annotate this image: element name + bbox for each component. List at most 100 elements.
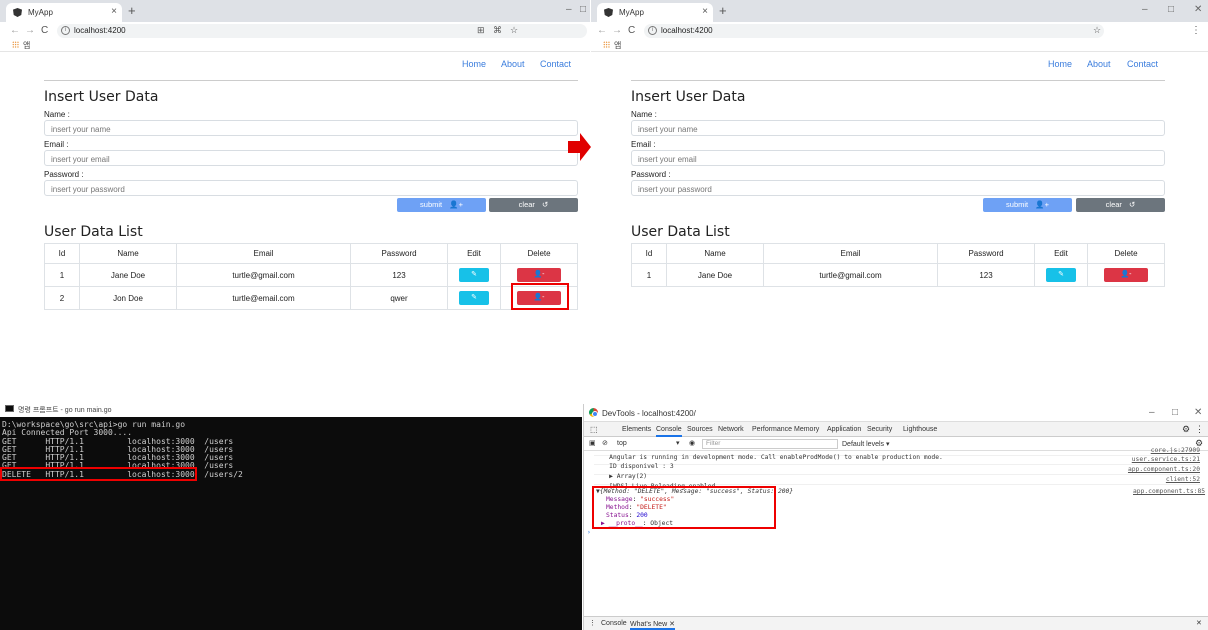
email-input[interactable]: insert your email <box>631 150 1165 166</box>
maximize-icon[interactable]: □ <box>1168 4 1174 15</box>
delete-button[interactable]: 👤- <box>1104 268 1148 282</box>
maximize-icon[interactable]: □ <box>1172 407 1178 418</box>
console-source-link[interactable]: client:52 <box>1166 476 1200 483</box>
console-source-link[interactable]: app.component.ts:85 <box>1133 488 1205 495</box>
close-icon[interactable]: ✕ <box>1194 407 1202 418</box>
settings-gear-icon[interactable]: ⚙ <box>1182 424 1190 435</box>
tab-elements[interactable]: Elements <box>622 426 651 433</box>
cell-name: Jane Doe <box>666 263 764 287</box>
back-icon[interactable]: ← <box>597 25 607 36</box>
minimize-icon[interactable]: – <box>1149 407 1155 418</box>
undo-icon: ↺ <box>1129 200 1136 209</box>
bookmark-star-icon[interactable]: ☆ <box>1093 25 1101 36</box>
col-email: Email <box>763 243 938 264</box>
tab-security[interactable]: Security <box>867 426 892 433</box>
info-icon[interactable]: i <box>61 26 70 35</box>
password-input[interactable]: insert your password <box>631 180 1165 196</box>
clear-console-icon[interactable]: ⊘ <box>602 439 608 447</box>
context-dropdown-icon[interactable]: ▾ <box>676 439 680 447</box>
edit-button[interactable]: ✎ <box>459 291 489 305</box>
list-title: User Data List <box>44 224 143 240</box>
nav-contact-link[interactable]: Contact <box>1127 59 1158 69</box>
cell-name: Jon Doe <box>79 286 177 310</box>
context-select[interactable]: top <box>617 440 627 447</box>
new-tab-button[interactable]: + <box>719 3 727 18</box>
browser-tab[interactable]: MyApp × <box>597 3 713 22</box>
sidebar-toggle-icon[interactable]: ▣ <box>589 439 596 447</box>
cell-email: turtle@gmail.com <box>763 263 938 287</box>
remove-user-icon: 👤- <box>1120 271 1132 278</box>
edit-button[interactable]: ✎ <box>459 268 489 282</box>
cell-password: 123 <box>350 263 448 287</box>
bookmarks-bar: 앱 <box>0 39 590 52</box>
tab-sources[interactable]: Sources <box>687 426 713 433</box>
tab-lighthouse[interactable]: Lighthouse <box>903 426 937 433</box>
drawer-close-icon[interactable]: ✕ <box>1196 619 1202 627</box>
drawer-tab-whats-new[interactable]: What's New ✕ <box>630 620 675 630</box>
tab-network[interactable]: Network <box>718 426 744 433</box>
bookmark-apps-label[interactable]: 앱 <box>23 40 30 51</box>
minimize-icon[interactable]: – <box>566 4 572 15</box>
clear-button[interactable]: clear ↺ <box>489 198 578 212</box>
console-source-link[interactable]: user.service.ts:21 <box>1132 456 1200 463</box>
reload-icon[interactable]: C <box>41 25 48 36</box>
forward-icon[interactable]: → <box>612 25 622 36</box>
email-input[interactable]: insert your email <box>44 150 578 166</box>
drawer-tab-console[interactable]: Console <box>601 620 627 627</box>
info-icon[interactable]: i <box>648 26 657 35</box>
edit-button[interactable]: ✎ <box>1046 268 1076 282</box>
tab-close-icon[interactable]: × <box>702 6 708 17</box>
delete-button[interactable]: 👤- <box>517 268 561 282</box>
bookmark-apps-label[interactable]: 앱 <box>614 40 621 51</box>
close-icon[interactable]: ✕ <box>1194 4 1202 15</box>
tab-title: MyApp <box>28 8 53 17</box>
apps-icon[interactable] <box>12 41 19 48</box>
forward-icon[interactable]: → <box>25 25 35 36</box>
url-field[interactable]: i localhost:4200 ☆ <box>644 24 1104 38</box>
console-source-link[interactable]: app.component.ts:20 <box>1128 466 1200 473</box>
tab-close-icon[interactable]: × <box>111 6 117 17</box>
browser-menu-icon[interactable]: ⋮ <box>1191 25 1201 36</box>
bookmark-star-icon[interactable]: ☆ <box>510 25 518 36</box>
divider <box>44 80 578 81</box>
url-text: localhost:4200 <box>661 26 713 35</box>
red-arrow-icon <box>568 133 591 161</box>
nav-home-link[interactable]: Home <box>462 59 486 69</box>
apps-icon[interactable] <box>603 41 610 48</box>
submit-label: submit <box>1006 200 1029 209</box>
devtools-menu-icon[interactable]: ⋮ <box>1195 424 1204 435</box>
table-row: 1 Jane Doe turtle@gmail.com 123 ✎ 👤- <box>631 263 1165 287</box>
maximize-icon[interactable]: □ <box>580 4 586 15</box>
tab-memory[interactable]: Memory <box>794 426 819 433</box>
devtools-tabs: ⬚ Elements Console Sources Network Perfo… <box>584 422 1208 437</box>
inspect-icon[interactable]: ⬚ <box>590 425 598 434</box>
console-source-link[interactable]: core.js:27909 <box>1151 447 1200 454</box>
tab-performance[interactable]: Performance <box>752 426 792 433</box>
nav-home-link[interactable]: Home <box>1048 59 1072 69</box>
cell-email: turtle@email.com <box>176 286 351 310</box>
live-expression-eye-icon[interactable]: ◉ <box>689 439 695 447</box>
submit-button[interactable]: submit 👤+ <box>397 198 486 212</box>
name-input[interactable]: insert your name <box>44 120 578 136</box>
url-field[interactable]: i localhost:4200 ⊞ ⌘ ☆ <box>57 24 587 38</box>
console-prompt[interactable]: › <box>587 529 591 536</box>
nav-contact-link[interactable]: Contact <box>540 59 571 69</box>
clear-button[interactable]: clear ↺ <box>1076 198 1165 212</box>
extension-icon[interactable]: ⌘ <box>493 25 502 36</box>
drawer-menu-icon[interactable]: ⋮ <box>589 619 596 627</box>
reload-icon[interactable]: C <box>628 25 635 36</box>
minimize-icon[interactable]: – <box>1142 4 1148 15</box>
nav-about-link[interactable]: About <box>1087 59 1111 69</box>
angular-icon <box>13 8 22 17</box>
password-input[interactable]: insert your password <box>44 180 578 196</box>
console-message: [WDS] Live Reloading enabled. client:52 <box>594 476 1200 490</box>
new-tab-button[interactable]: + <box>128 3 136 18</box>
submit-button[interactable]: submit 👤+ <box>983 198 1072 212</box>
tab-application[interactable]: Application <box>827 426 861 433</box>
install-icon[interactable]: ⊞ <box>477 25 485 36</box>
tab-console[interactable]: Console <box>656 426 682 437</box>
back-icon[interactable]: ← <box>10 25 20 36</box>
name-input[interactable]: insert your name <box>631 120 1165 136</box>
browser-tab[interactable]: MyApp × <box>6 3 122 22</box>
nav-about-link[interactable]: About <box>501 59 525 69</box>
